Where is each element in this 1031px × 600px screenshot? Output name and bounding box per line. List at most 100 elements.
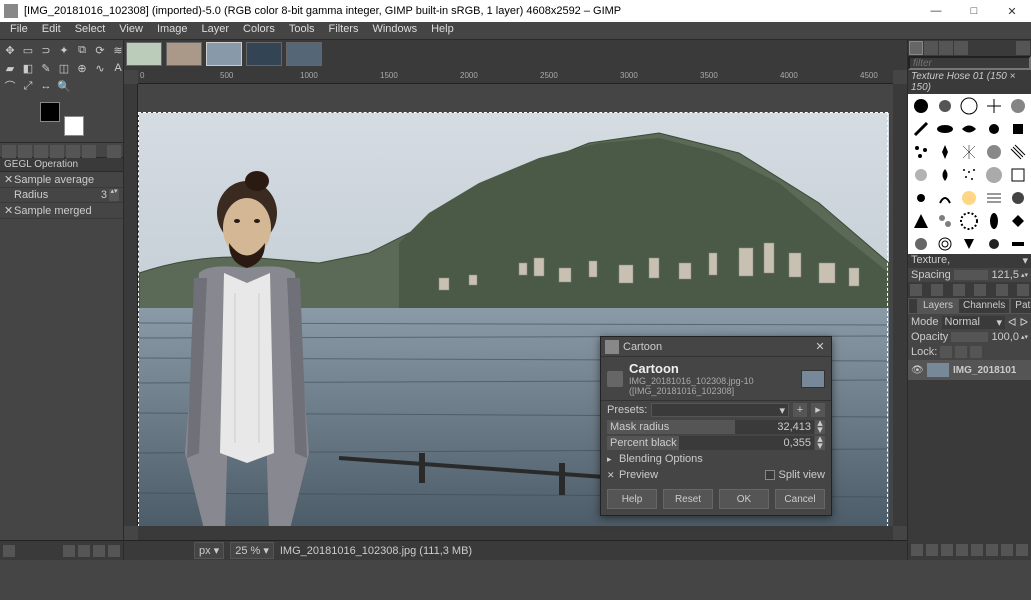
brush-item[interactable] — [982, 164, 1005, 186]
document-tab[interactable] — [286, 42, 322, 66]
dup-layer-icon[interactable] — [971, 544, 983, 556]
brush-tool[interactable]: ✎ — [38, 60, 54, 76]
radius-spinner[interactable]: ▴▾ — [109, 189, 119, 201]
brush-item[interactable] — [958, 187, 981, 209]
brush-item[interactable] — [933, 164, 956, 186]
layer-group-icon[interactable] — [926, 544, 938, 556]
mode-nav-icon[interactable]: ᐅ — [1020, 316, 1028, 329]
brush-item[interactable] — [909, 118, 932, 140]
help-button[interactable]: Help — [607, 489, 657, 509]
tab-icon[interactable] — [82, 145, 96, 159]
smudge-tool[interactable]: ∿ — [92, 60, 108, 76]
mask-icon[interactable] — [1001, 544, 1013, 556]
brush-item[interactable] — [1007, 141, 1030, 163]
brush-item[interactable] — [982, 118, 1005, 140]
clone-tool[interactable]: ⊕ — [74, 60, 90, 76]
footer-icon[interactable] — [78, 545, 90, 557]
preset-menu-button[interactable]: ▸ — [811, 403, 825, 417]
brushes-tab[interactable] — [909, 41, 923, 55]
expand-icon[interactable]: ▸ — [607, 454, 615, 465]
layer-down-icon[interactable] — [956, 544, 968, 556]
menu-select[interactable]: Select — [69, 22, 112, 39]
brush-item[interactable] — [958, 95, 981, 117]
brush-item[interactable] — [909, 210, 932, 232]
menu-file[interactable]: File — [4, 22, 34, 39]
brush-item[interactable] — [958, 141, 981, 163]
layer-up-icon[interactable] — [941, 544, 953, 556]
new-layer-icon[interactable] — [911, 544, 923, 556]
lock-position-icon[interactable] — [955, 346, 967, 358]
tab-icon[interactable] — [66, 145, 80, 159]
menu-filters[interactable]: Filters — [323, 22, 365, 39]
percent-black-slider[interactable]: Percent black 0,355 ▴▾ — [601, 435, 831, 451]
menu-layer[interactable]: Layer — [196, 22, 236, 39]
foreground-color[interactable] — [40, 102, 60, 122]
color-swatches[interactable] — [40, 102, 84, 136]
spacing-slider[interactable]: Spacing 121,5 ▴▾ — [908, 268, 1031, 282]
measure-tool[interactable]: ↔ — [38, 78, 54, 94]
document-tab[interactable] — [126, 42, 162, 66]
brush-item[interactable] — [909, 141, 932, 163]
gradient-tool[interactable]: ◧ — [20, 60, 36, 76]
crop-tool[interactable]: ⧉ — [74, 42, 90, 58]
fonts-tab[interactable] — [939, 41, 953, 55]
brush-grid[interactable] — [908, 94, 1031, 254]
footer-icon[interactable] — [108, 545, 120, 557]
brush-item[interactable] — [933, 187, 956, 209]
tab-icon[interactable] — [908, 298, 918, 314]
close-button[interactable]: ✕ — [997, 5, 1027, 18]
vertical-ruler[interactable] — [124, 84, 138, 526]
eraser-tool[interactable]: ◫ — [56, 60, 72, 76]
spinner-icon[interactable]: ▴▾ — [1021, 333, 1028, 341]
brush-folder-icon[interactable] — [1017, 284, 1029, 296]
zoom-dropdown[interactable]: 25 % ▾ — [230, 542, 274, 559]
wand-tool[interactable]: ✦ — [56, 42, 72, 58]
document-tab[interactable] — [246, 42, 282, 66]
split-view-checkbox[interactable] — [765, 470, 775, 480]
brush-item[interactable] — [958, 118, 981, 140]
zoom-tool[interactable]: 🔍 — [56, 78, 72, 94]
dup-brush-icon[interactable] — [953, 284, 965, 296]
brush-item[interactable] — [1007, 233, 1030, 254]
history-tab[interactable] — [954, 41, 968, 55]
footer-icon[interactable] — [93, 545, 105, 557]
ok-button[interactable]: OK — [719, 489, 769, 509]
opacity-slider[interactable]: Opacity 100,0 ▴▾ — [908, 330, 1031, 344]
brush-item[interactable] — [982, 210, 1005, 232]
vertical-scrollbar[interactable] — [893, 84, 907, 526]
brush-item[interactable] — [982, 187, 1005, 209]
menu-tools[interactable]: Tools — [283, 22, 321, 39]
horizontal-scrollbar[interactable] — [138, 526, 893, 540]
lasso-tool[interactable]: ⊃ — [38, 42, 54, 58]
tab-menu-icon[interactable] — [107, 145, 121, 159]
spinner-icon[interactable]: ▴▾ — [1021, 271, 1028, 279]
menu-view[interactable]: View — [113, 22, 149, 39]
del-layer-icon[interactable] — [1016, 544, 1028, 556]
brush-item[interactable] — [933, 233, 956, 254]
horizontal-ruler[interactable]: 0 500 1000 1500 2000 2500 3000 3500 4000… — [138, 70, 893, 84]
footer-icon[interactable] — [63, 545, 75, 557]
brush-item[interactable] — [958, 164, 981, 186]
menu-help[interactable]: Help — [425, 22, 460, 39]
menu-windows[interactable]: Windows — [366, 22, 423, 39]
move-tool[interactable]: ✥ — [2, 42, 18, 58]
radius-value[interactable]: 3 — [101, 189, 107, 201]
option-sample-average[interactable]: ✕ Sample average — [0, 172, 123, 188]
brush-item[interactable] — [933, 141, 956, 163]
brush-item[interactable] — [909, 164, 932, 186]
pct-spinner[interactable]: ▴▾ — [815, 436, 825, 450]
reset-button[interactable]: Reset — [663, 489, 713, 509]
brush-item[interactable] — [933, 210, 956, 232]
brush-item[interactable] — [909, 233, 932, 254]
layers-tab[interactable]: Layers — [918, 298, 958, 314]
brush-item[interactable] — [982, 233, 1005, 254]
refresh-icon[interactable] — [996, 284, 1008, 296]
rect-select-tool[interactable]: ▭ — [20, 42, 36, 58]
channels-tab[interactable]: Channels — [958, 298, 1010, 314]
close-icon[interactable]: ✕ — [4, 204, 14, 217]
document-tab[interactable] — [166, 42, 202, 66]
merge-layer-icon[interactable] — [986, 544, 998, 556]
brush-item[interactable] — [909, 95, 932, 117]
brush-item[interactable] — [909, 187, 932, 209]
tab-menu-icon[interactable] — [1016, 41, 1030, 55]
